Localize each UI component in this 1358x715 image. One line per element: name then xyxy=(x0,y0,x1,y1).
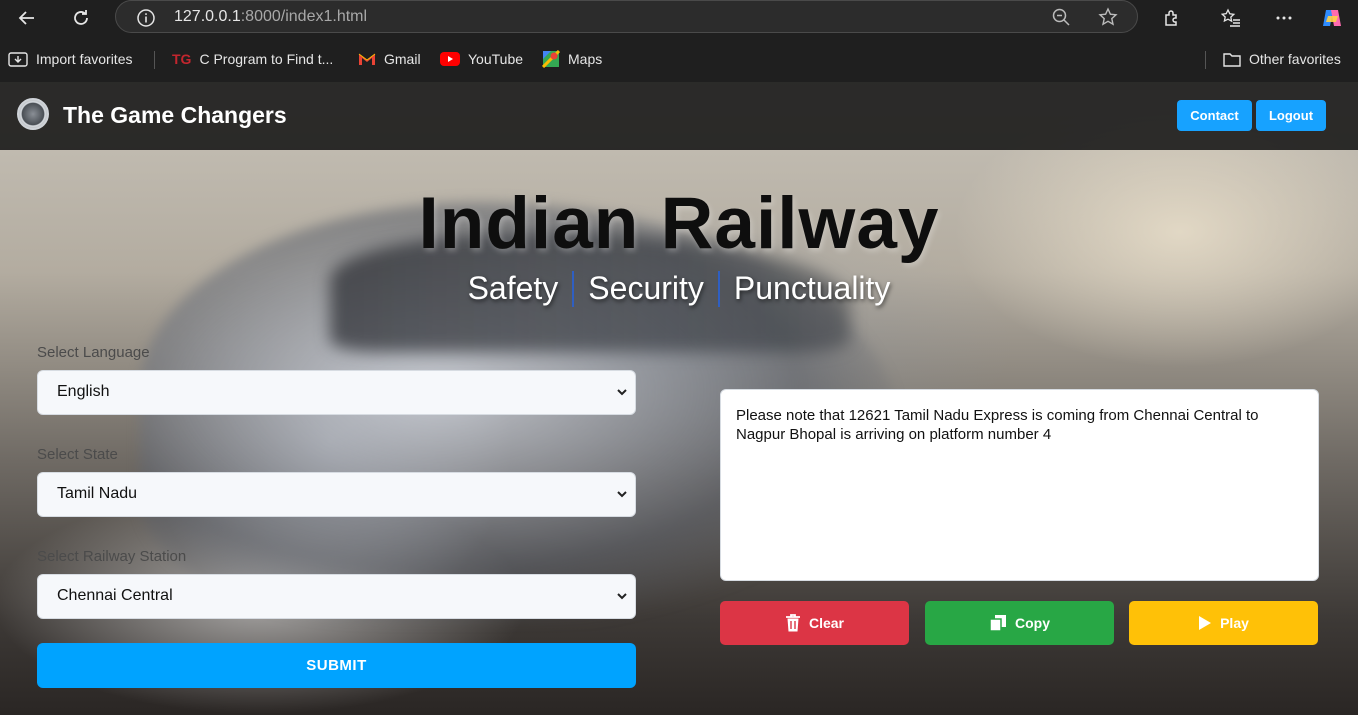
reload-icon xyxy=(74,10,88,25)
back-arrow-icon xyxy=(18,11,34,25)
fav-other[interactable]: Other favorites xyxy=(1223,49,1341,69)
import-icon xyxy=(8,52,28,67)
youtube-icon xyxy=(440,52,460,66)
contact-button[interactable]: Contact xyxy=(1177,100,1252,131)
fav-label: Import favorites xyxy=(36,51,133,67)
fav-gmail[interactable]: Gmail xyxy=(358,49,421,69)
tagline-punctuality: Punctuality xyxy=(733,270,891,306)
tagline: Safety Security Punctuality xyxy=(0,270,1358,307)
reload-button[interactable] xyxy=(67,4,95,32)
favorites-list-icon xyxy=(1221,8,1240,27)
copy-icon xyxy=(989,615,1006,632)
logout-button[interactable]: Logout xyxy=(1256,100,1326,131)
back-button[interactable] xyxy=(13,4,41,32)
chevron-down-icon xyxy=(617,593,627,600)
hero-title: Indian Railway xyxy=(418,183,940,264)
state-select[interactable]: Tamil Nadu xyxy=(37,472,636,517)
url-path: :8000/index1.html xyxy=(240,8,368,25)
copy-button[interactable]: Copy xyxy=(925,601,1114,645)
site-info-icon[interactable] xyxy=(136,8,156,28)
favorites-button[interactable] xyxy=(1217,4,1245,32)
trash-icon xyxy=(785,614,800,632)
station-value: Chennai Central xyxy=(57,587,173,604)
fav-separator xyxy=(154,51,155,69)
address-bar[interactable]: 127.0.0.1:8000/index1.html xyxy=(115,0,1138,33)
fav-c-program[interactable]: TG C Program to Find t... xyxy=(172,49,333,69)
tagline-safety: Safety xyxy=(467,270,559,306)
fav-label: Maps xyxy=(568,51,603,67)
gmail-icon xyxy=(358,53,376,65)
fav-label: Gmail xyxy=(384,51,421,67)
chevron-down-icon xyxy=(617,389,627,396)
favorite-star-icon[interactable] xyxy=(1098,7,1118,27)
page-content: The Game Changers Contact Logout Indian … xyxy=(0,82,1358,715)
browser-toolbar: 127.0.0.1:8000/index1.html xyxy=(0,0,1358,37)
fav-maps[interactable]: Maps xyxy=(542,49,602,69)
top-navbar: The Game Changers Contact Logout xyxy=(0,82,1358,150)
brand-title[interactable]: The Game Changers xyxy=(63,102,287,129)
more-dots-icon xyxy=(1276,16,1292,20)
fav-import[interactable]: Import favorites xyxy=(8,49,132,69)
announcement-form: Select Language English Select State Tam… xyxy=(37,344,636,688)
state-label: Select State xyxy=(37,446,118,463)
url-text[interactable]: 127.0.0.1:8000/index1.html xyxy=(174,8,367,26)
url-host: 127.0.0.1 xyxy=(174,8,241,25)
chevron-down-icon xyxy=(617,491,627,498)
announcement-output[interactable]: Please note that 12621 Tamil Nadu Expres… xyxy=(720,389,1319,581)
play-icon xyxy=(1199,616,1212,630)
tg-site-icon: TG xyxy=(172,51,192,67)
puzzle-icon xyxy=(1165,10,1177,26)
train-logo-icon[interactable] xyxy=(17,98,49,130)
fav-separator xyxy=(1205,51,1206,69)
station-select[interactable]: Chennai Central xyxy=(37,574,636,619)
extensions-button[interactable] xyxy=(1158,4,1186,32)
play-label: Play xyxy=(1220,615,1249,631)
more-button[interactable] xyxy=(1270,4,1298,32)
language-select[interactable]: English xyxy=(37,370,636,415)
copy-label: Copy xyxy=(1015,615,1050,631)
clear-button[interactable]: Clear xyxy=(720,601,909,645)
language-label: Select Language xyxy=(37,344,150,361)
maps-icon xyxy=(542,50,560,68)
station-label: Select Railway Station xyxy=(37,548,187,565)
fav-label: YouTube xyxy=(468,51,524,67)
fav-youtube[interactable]: YouTube xyxy=(440,49,523,69)
favorites-bar: Import favorites TG C Program to Find t.… xyxy=(0,43,1358,75)
folder-icon xyxy=(1223,53,1241,67)
tagline-security: Security xyxy=(588,270,704,306)
copilot-icon xyxy=(1323,10,1341,26)
submit-button[interactable]: SUBMIT xyxy=(37,643,636,688)
copilot-button[interactable] xyxy=(1318,4,1346,32)
play-button[interactable]: Play xyxy=(1129,601,1318,645)
clear-label: Clear xyxy=(808,615,845,631)
fav-label: C Program to Find t... xyxy=(199,51,334,67)
zoom-icon[interactable] xyxy=(1051,7,1071,27)
fav-label: Other favorites xyxy=(1249,51,1341,67)
state-value: Tamil Nadu xyxy=(57,485,138,502)
language-value: English xyxy=(57,383,110,400)
